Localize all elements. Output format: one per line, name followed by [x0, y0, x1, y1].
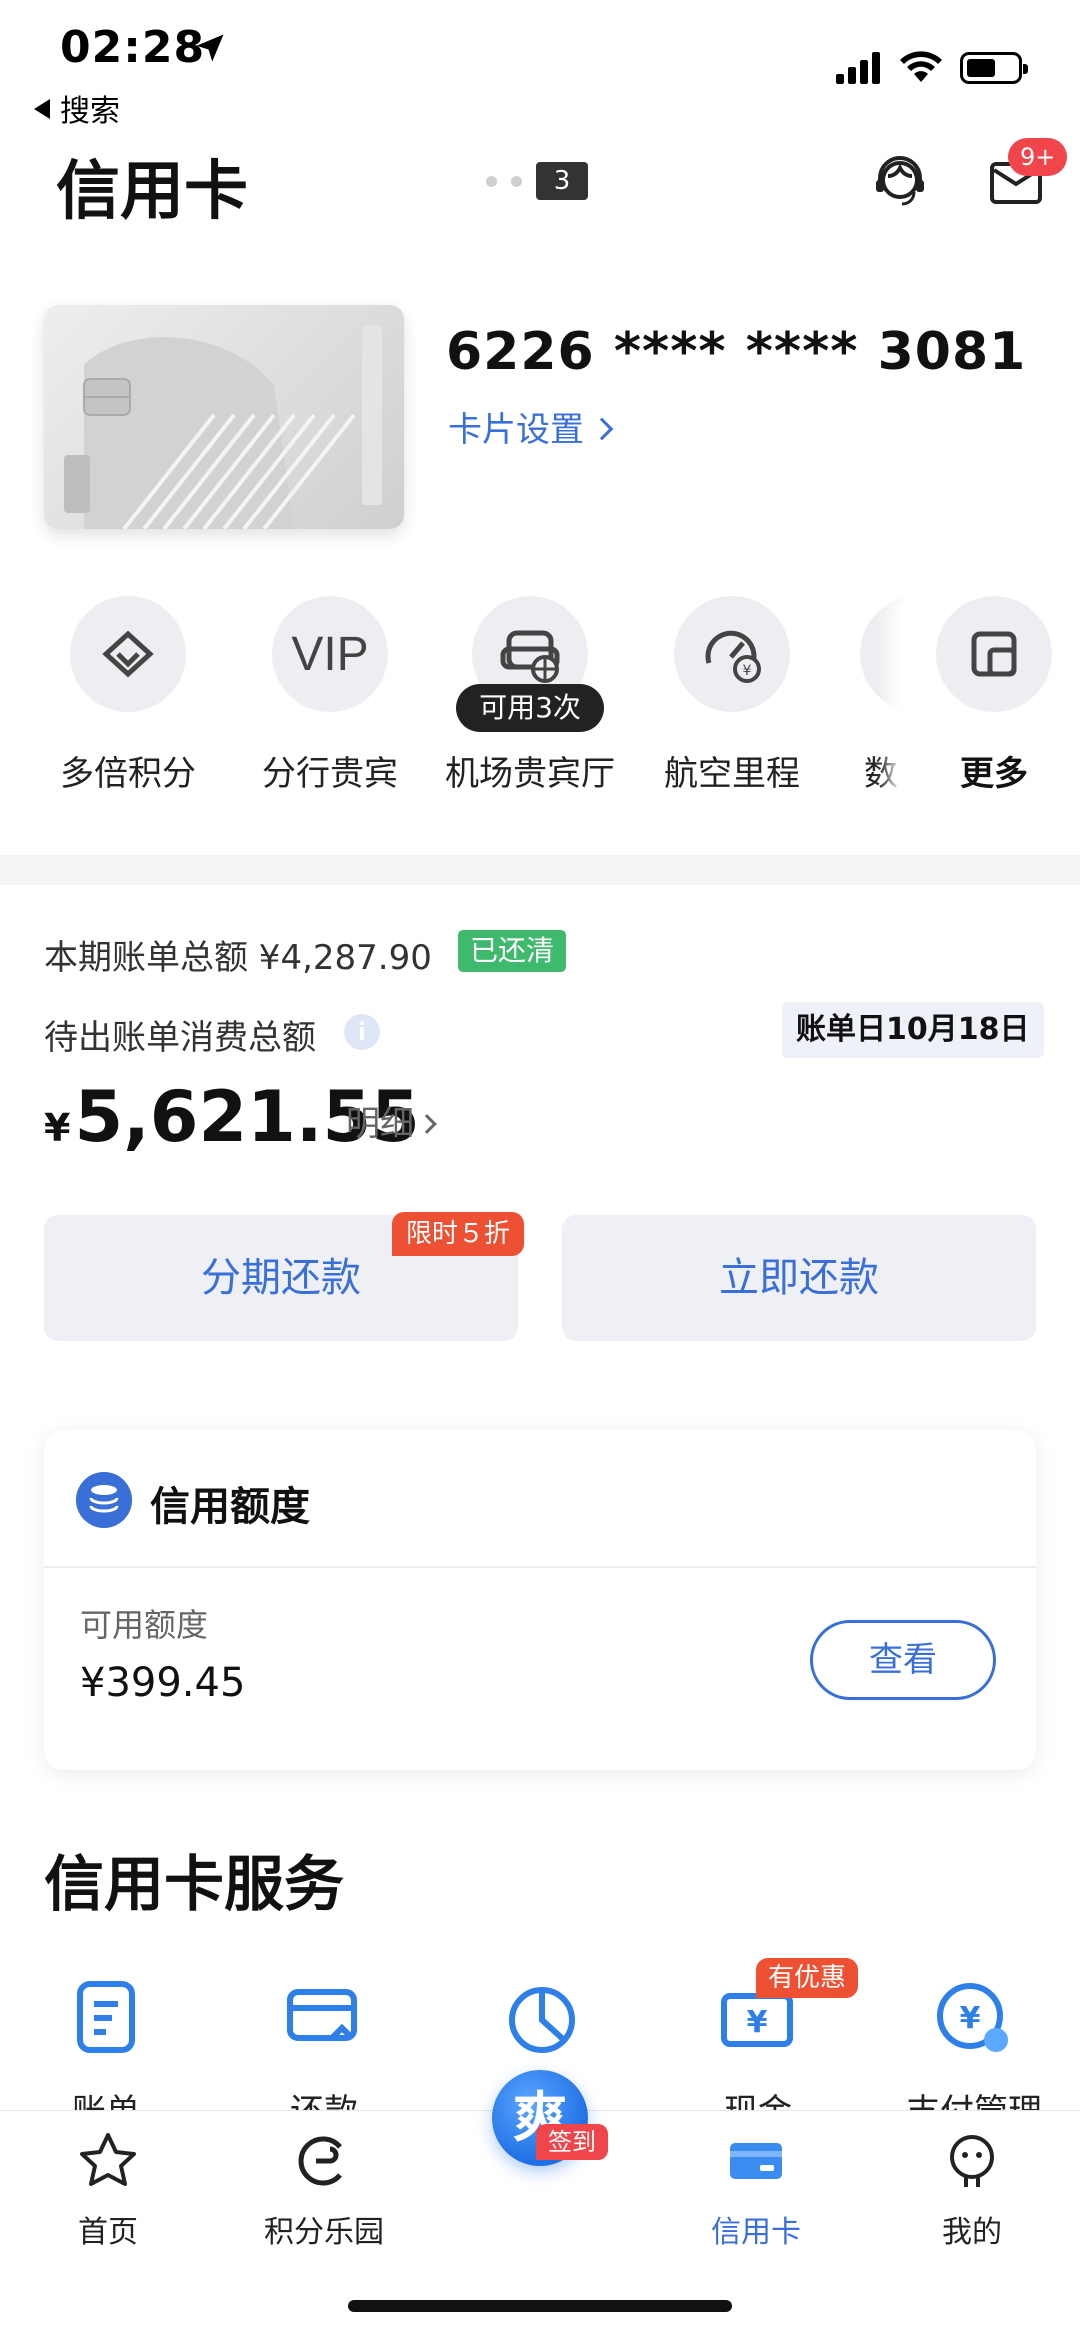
chevron-right-icon: [417, 1114, 437, 1134]
location-arrow-icon: [196, 34, 224, 62]
service-label: 支付管理: [884, 2084, 1064, 2110]
credit-limit-title: 信用额度: [150, 1484, 310, 1530]
points-icon: [298, 2136, 342, 2186]
benefit-label: 多倍积分: [60, 754, 196, 794]
battery-icon: [960, 52, 1028, 84]
tab-profile[interactable]: 我的: [882, 2129, 1062, 2251]
service-repay[interactable]: 还款: [234, 1976, 414, 2110]
service-label: 现金: [668, 2084, 848, 2110]
tab-label: 信用卡: [711, 2215, 801, 2250]
tab-label: 首页: [78, 2215, 138, 2250]
cellular-signal-icon: [836, 52, 880, 84]
wifi-icon: [900, 51, 942, 82]
credit-limit-card: 信用额度 可用额度 ¥399.45 查看: [44, 1430, 1036, 1770]
statement-total: 本期账单总额 ¥4,287.90: [44, 938, 432, 978]
svg-text:¥: ¥: [743, 663, 752, 679]
lounge-seat-icon: [500, 630, 560, 683]
card-art: [64, 325, 382, 529]
pie-icon: [509, 1987, 575, 2053]
services-title: 信用卡服务: [44, 1850, 344, 1920]
back-triangle-icon: [34, 99, 50, 119]
star-icon: [80, 2133, 136, 2186]
customer-service-icon[interactable]: [868, 150, 932, 214]
diamond-icon: [102, 630, 154, 678]
back-to-search-link[interactable]: 搜索: [34, 86, 120, 130]
section-divider: [0, 855, 1080, 885]
detail-label: 明细: [346, 1104, 414, 1144]
repay-icon: [287, 1989, 357, 2041]
svg-text:¥: ¥: [747, 2005, 768, 2040]
speedometer-icon: ¥: [705, 630, 761, 683]
status-time: 02:28: [60, 22, 206, 73]
benefit-label: 分行贵宾: [262, 754, 398, 794]
statement-date-tag: 账单日10月18日: [782, 1002, 1044, 1058]
service-payment-settings[interactable]: ¥ 支付管理: [884, 1976, 1064, 2110]
payment-settings-icon: ¥: [937, 1983, 1008, 2052]
tab-label: 积分乐园: [264, 2215, 384, 2250]
promo-discount-tag: 限时５折: [392, 1212, 525, 1256]
service-label: 账单: [16, 2084, 196, 2110]
bill-icon: [77, 1981, 135, 2053]
benefit-label: 机场贵宾厅: [445, 754, 615, 794]
benefit-partial[interactable]: 数: [860, 596, 908, 816]
status-bar: 02:28 搜索: [0, 0, 1080, 129]
paid-status-badge: 已还清: [458, 930, 567, 972]
benefit-label: 更多: [960, 754, 1028, 794]
card-settings-label: 卡片设置: [448, 410, 584, 450]
tab-home[interactable]: 首页: [18, 2129, 198, 2251]
benefit-multiple-points[interactable]: 多倍积分: [38, 596, 218, 795]
divider: [44, 1566, 1036, 1568]
available-limit-value: ¥399.45: [80, 1660, 246, 1706]
more-icon: [971, 631, 1017, 677]
currency-symbol: ¥: [44, 1106, 71, 1150]
lounge-remaining-badge: 可用3次: [456, 684, 604, 732]
card-settings-link[interactable]: 卡片设置: [448, 402, 614, 451]
benefit-more[interactable]: 更多: [904, 596, 1080, 816]
pending-spend-label: 待出账单消费总额: [44, 1018, 316, 1058]
service-label: 还款: [234, 2084, 414, 2110]
info-icon[interactable]: i: [344, 1014, 380, 1050]
card-number: 6226 **** **** 3081: [446, 322, 1027, 382]
tab-label: 我的: [942, 2215, 1002, 2250]
credit-card-icon: [730, 2143, 782, 2179]
repay-now-button[interactable]: 立即还款: [562, 1215, 1036, 1341]
tab-credit-card[interactable]: 信用卡: [666, 2129, 846, 2251]
view-limit-button[interactable]: 查看: [810, 1620, 996, 1700]
detail-link[interactable]: 明细: [346, 1096, 437, 1145]
credit-card-image[interactable]: [44, 305, 404, 529]
service-bill[interactable]: 账单: [16, 1976, 196, 2110]
coin-stack-icon: [76, 1472, 132, 1528]
message-count-badge: 9+: [1008, 138, 1068, 176]
chevron-right-icon: [590, 417, 614, 441]
home-indicator: [348, 2300, 732, 2312]
benefit-label: 数: [864, 754, 898, 794]
pager-dot: [486, 175, 497, 187]
svg-text:¥: ¥: [960, 2001, 981, 2036]
benefit-branch-vip[interactable]: VIP 分行贵宾: [240, 596, 420, 795]
tab-points-park[interactable]: 积分乐园: [234, 2129, 414, 2251]
checkin-badge: 签到: [536, 2124, 608, 2160]
vip-icon: VIP: [291, 627, 369, 681]
benefit-label: 航空里程: [664, 754, 800, 794]
cash-promo-badge: 有优惠: [756, 1958, 859, 1998]
page-title: 信用卡: [56, 155, 248, 229]
profile-icon: [950, 2135, 994, 2187]
pager-dot: [511, 175, 522, 187]
back-label: 搜索: [60, 94, 120, 129]
pager-current: 3: [536, 162, 588, 200]
available-limit-label: 可用额度: [80, 1606, 209, 1644]
page-indicator[interactable]: 3: [486, 162, 588, 202]
benefit-air-miles[interactable]: ¥ 航空里程: [642, 596, 822, 795]
